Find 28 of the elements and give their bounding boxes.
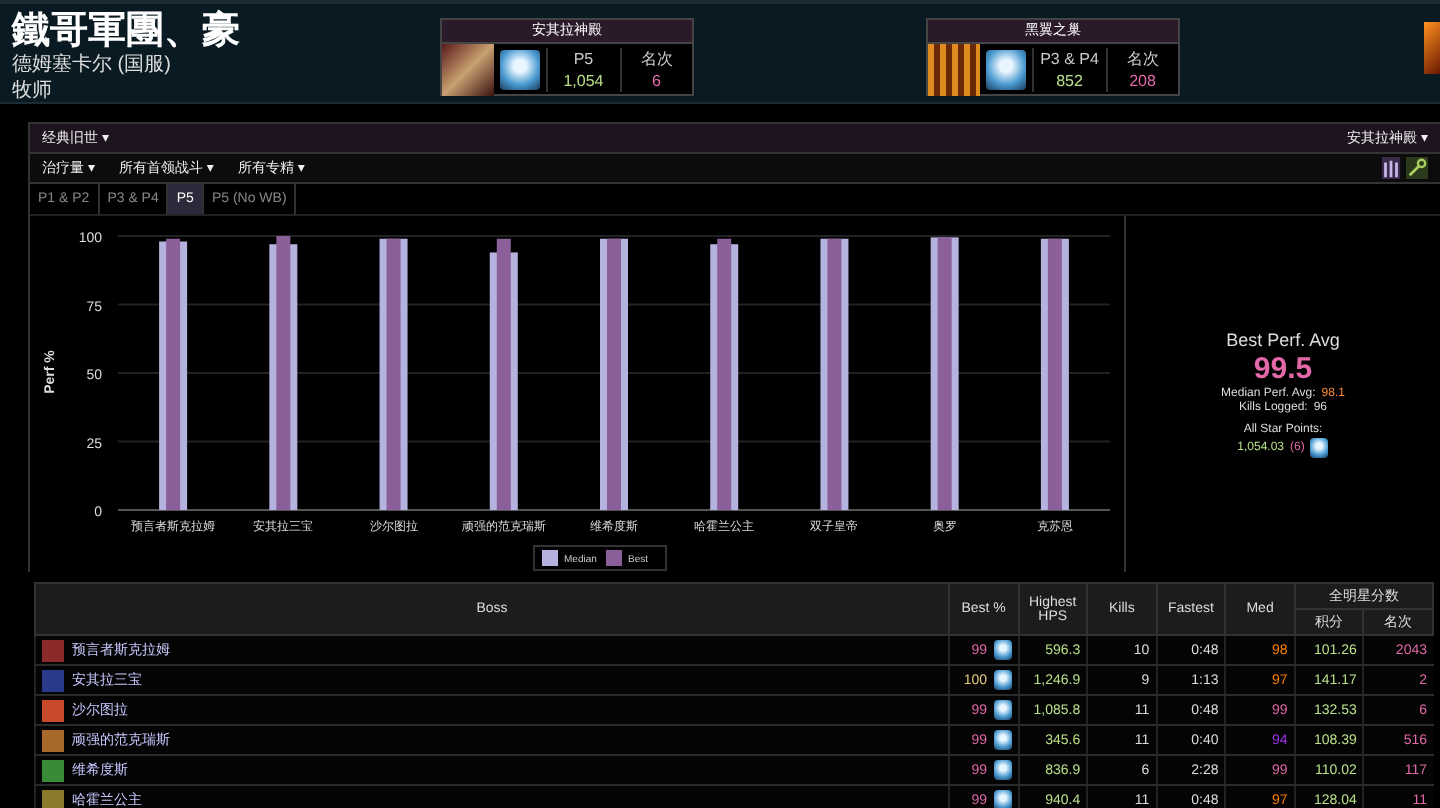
server-name: 德姆塞卡尔 (国服) [12, 52, 173, 78]
legend-swatch [542, 550, 558, 566]
legend-swatch [606, 550, 622, 566]
spec-icon [1310, 438, 1329, 458]
zone-image [928, 44, 980, 96]
rank-label: 名次 [640, 48, 673, 70]
boss-icon [42, 639, 64, 661]
zone-points: 1,054 [563, 70, 604, 92]
boss-icon [42, 669, 64, 691]
class-name: 牧师 [12, 78, 54, 104]
zone-image [1424, 22, 1440, 74]
phase-label: P5 [573, 48, 594, 70]
boss-icon [42, 759, 64, 781]
zone-points: 852 [1056, 70, 1083, 92]
spec-icon [986, 50, 1026, 90]
spec-icon [500, 50, 540, 90]
zone-image [442, 44, 494, 96]
summary-title: Best Perf. Avg [1226, 330, 1340, 350]
key-icon[interactable] [1406, 156, 1428, 180]
boss-icon [42, 699, 64, 721]
boss-icon [42, 729, 64, 751]
best-perf-value: 99.5 [1253, 352, 1313, 386]
rank-label: 名次 [1126, 48, 1159, 70]
boss-icon [42, 789, 64, 808]
character-name: 鐵哥軍團、豪 [12, 10, 242, 52]
zone-rank: 6 [652, 70, 661, 92]
phase-label: P3 & P4 [1040, 48, 1099, 70]
zone-rank: 208 [1129, 70, 1156, 92]
